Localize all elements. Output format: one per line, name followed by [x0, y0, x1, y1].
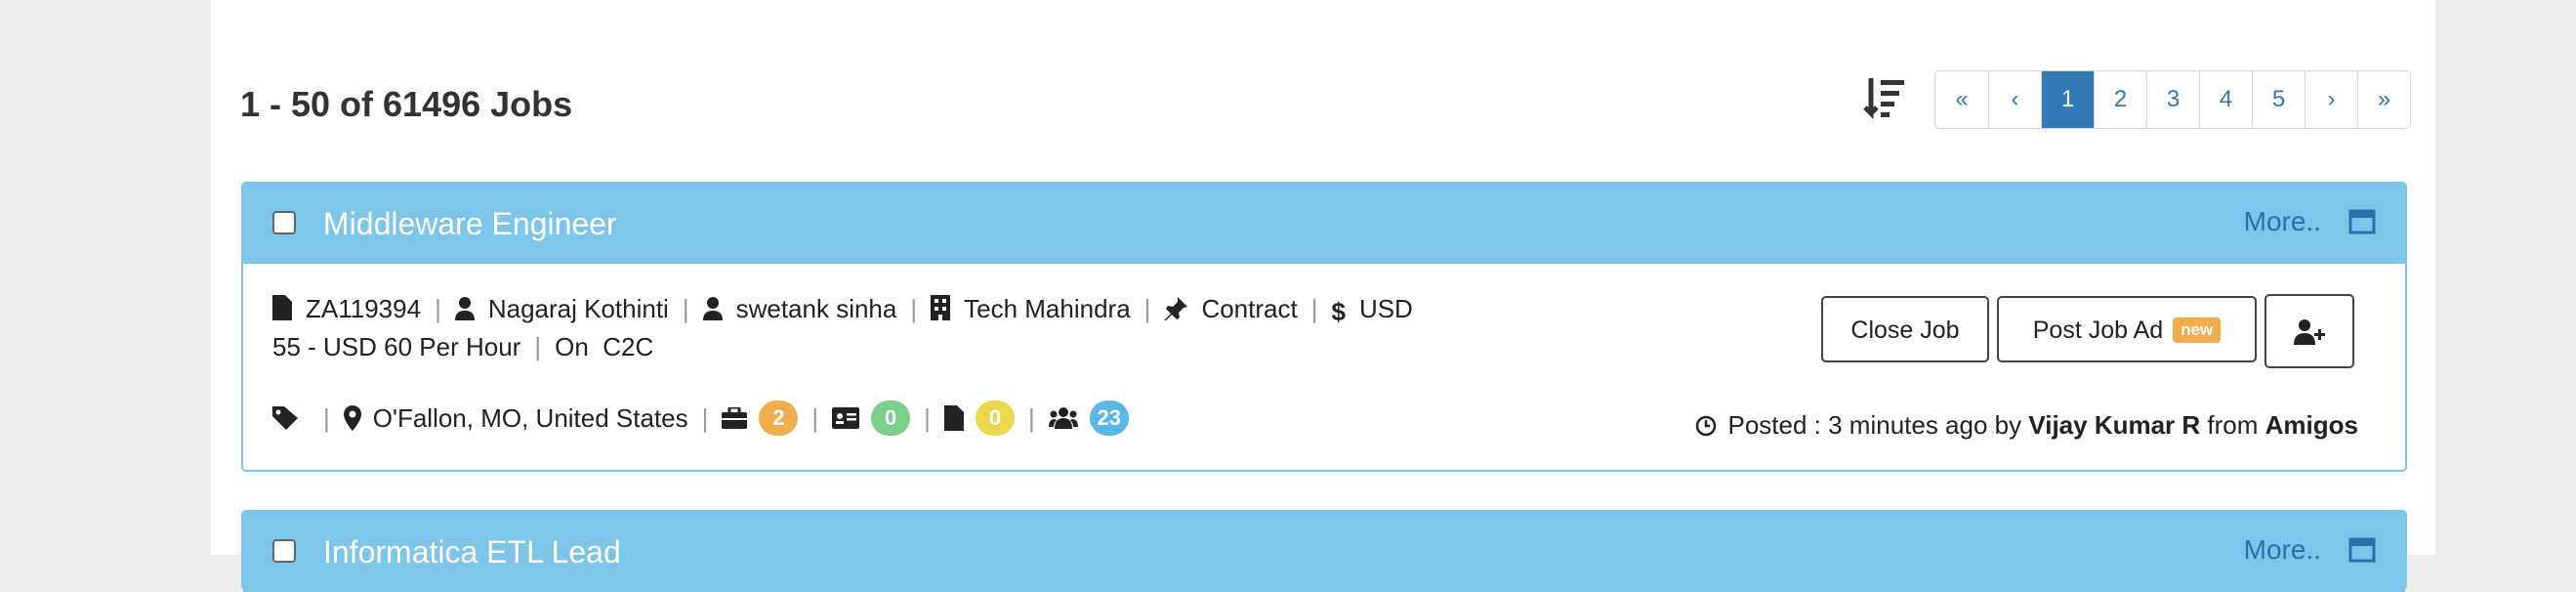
more-link[interactable]: More..: [2244, 534, 2321, 566]
page-2-button[interactable]: 2: [2094, 71, 2146, 128]
separator: |: [811, 402, 819, 433]
separator: |: [682, 294, 689, 323]
tag-icon: [272, 406, 298, 430]
job-details: ZA119394 | Nagaraj Kothinti | swetank sinha |…: [272, 291, 1493, 364]
job-meta-row: | O'Fallon, MO, United States | 2 | 0 | …: [272, 401, 1129, 436]
users-icon: [1048, 407, 1078, 429]
id-card-icon: [832, 407, 860, 429]
more-link[interactable]: More..: [2244, 206, 2321, 237]
page-next-button[interactable]: ›: [2305, 71, 2357, 128]
separator: |: [924, 402, 931, 433]
job-select-checkbox[interactable]: [272, 539, 296, 563]
job-type: Contract: [1201, 294, 1298, 323]
job-client[interactable]: Tech Mahindra: [964, 294, 1131, 323]
map-marker-icon: [343, 405, 361, 431]
separator: |: [701, 402, 709, 433]
close-job-label: Close Job: [1850, 317, 1960, 344]
interviews-count-badge[interactable]: 0: [871, 401, 911, 436]
file-icon: [272, 295, 292, 320]
job-location: O'Fallon, MO, United States: [372, 402, 688, 433]
file-icon: [943, 405, 964, 431]
separator: |: [534, 332, 542, 361]
user-plus-icon: [2294, 319, 2325, 345]
job-card-header: Informatica ETL Lead More..: [243, 512, 2405, 592]
job-rate: 55 - USD 60 Per Hour: [272, 332, 521, 361]
post-job-ad-label: Post Job Ad: [2032, 317, 2164, 344]
submissions-count-badge[interactable]: 2: [759, 401, 799, 436]
page-first-button[interactable]: «: [1935, 71, 1988, 128]
user-icon: [702, 297, 723, 320]
job-card-header: Middleware Engineer More..: [243, 184, 2405, 264]
applicants-count-badge[interactable]: 23: [1089, 401, 1129, 436]
job-owner[interactable]: swetank sinha: [736, 294, 897, 323]
separator: |: [910, 294, 918, 323]
separator: |: [435, 294, 441, 323]
close-job-button[interactable]: Close Job: [1821, 296, 1989, 362]
user-icon: [454, 297, 475, 320]
job-title[interactable]: Informatica ETL Lead: [323, 534, 621, 571]
job-id: ZA119394: [306, 294, 422, 323]
documents-count-badge[interactable]: 0: [975, 401, 1015, 436]
dollar-icon: $: [1331, 297, 1346, 326]
job-recruiter[interactable]: Nagaraj Kothinti: [488, 294, 669, 323]
job-title[interactable]: Middleware Engineer: [323, 206, 617, 242]
job-card: Middleware Engineer More.. ZA119394 | Naga…: [241, 182, 2407, 472]
new-badge: new: [2173, 317, 2222, 343]
page-prev-button[interactable]: ‹: [1988, 71, 2041, 128]
job-card: Informatica ETL Lead More..: [241, 510, 2407, 592]
page-last-button[interactable]: »: [2357, 71, 2410, 128]
page-4-button[interactable]: 4: [2199, 71, 2252, 128]
briefcase-icon: [722, 407, 748, 429]
add-candidate-button[interactable]: [2264, 294, 2354, 368]
posted-prefix: Posted : 3 minutes ago by: [1727, 410, 2022, 440]
job-currency: USD: [1358, 294, 1413, 323]
thumbtack-icon: [1164, 297, 1188, 320]
sort-amount-down-icon[interactable]: [1863, 76, 1906, 123]
page-1-button[interactable]: 1: [2041, 71, 2094, 128]
window-maximize-icon[interactable]: [2348, 537, 2376, 563]
posted-by: Vijay Kumar R: [2028, 410, 2201, 440]
building-icon: [931, 295, 951, 320]
separator: |: [1027, 402, 1035, 433]
from-label: from: [2207, 410, 2259, 440]
posted-from: Amigos: [2264, 410, 2358, 440]
on-label: On: [555, 332, 589, 361]
tax-term: C2C: [602, 332, 654, 361]
post-job-ad-button[interactable]: Post Job Ad new: [1997, 296, 2257, 362]
window-maximize-icon[interactable]: [2348, 209, 2376, 234]
separator: |: [1310, 294, 1318, 323]
results-count: 1 - 50 of 61496 Jobs: [240, 84, 573, 124]
job-select-checkbox[interactable]: [272, 211, 296, 234]
separator: |: [323, 402, 330, 433]
page-5-button[interactable]: 5: [2252, 71, 2305, 128]
posted-info: Posted : 3 minutes ago by Vijay Kumar R …: [1695, 410, 2358, 441]
separator: |: [1143, 294, 1151, 323]
clock-icon: [1696, 415, 1717, 437]
page-3-button[interactable]: 3: [2146, 71, 2199, 128]
pagination: « ‹ 1 2 3 4 5 › »: [1934, 70, 2411, 129]
